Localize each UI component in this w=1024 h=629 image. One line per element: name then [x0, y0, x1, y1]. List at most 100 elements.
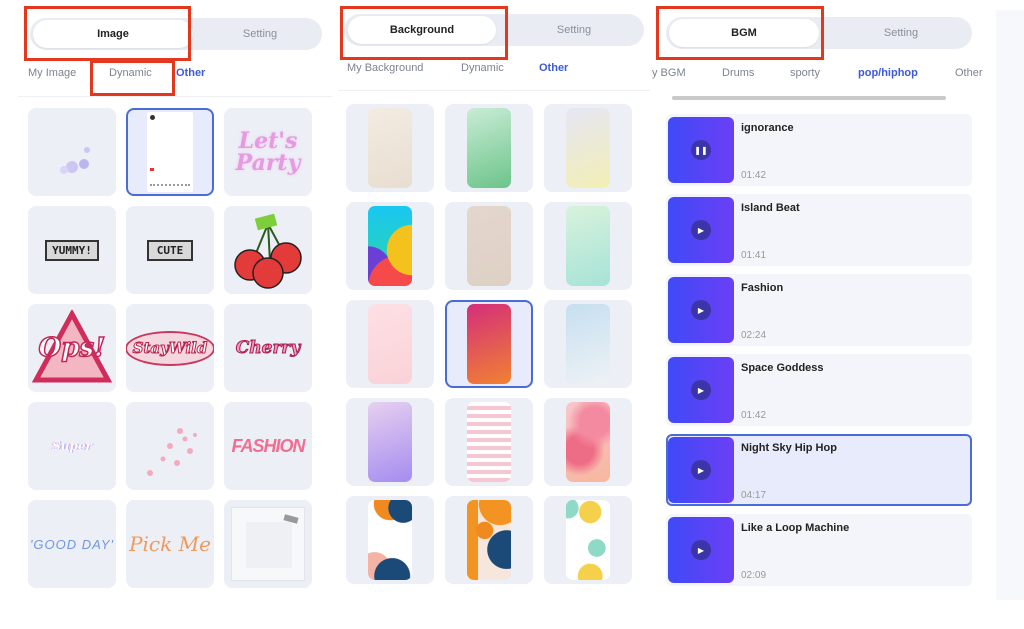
tab-background[interactable]: Background — [348, 16, 496, 44]
play-icon[interactable]: ▶ — [691, 540, 711, 560]
tab-bgm-setting[interactable]: Setting — [836, 19, 966, 47]
background-thumb-memphis-pastel[interactable] — [544, 496, 632, 584]
track-item[interactable]: ▶ Space Goddess 01:42 — [666, 354, 972, 426]
track-title: ignorance — [741, 122, 794, 134]
background-thumb-pink-hearts[interactable] — [544, 398, 632, 486]
sticker-lets-party[interactable]: Let's Party — [224, 108, 312, 196]
subtab-pop-hiphop[interactable]: pop/hiphop — [858, 67, 955, 79]
bgm-panel: BGM Setting y BGM Drums sporty pop/hipho… — [652, 0, 996, 600]
sticker-fashion[interactable]: FASHION — [224, 402, 312, 490]
track-item[interactable]: ▶ Like a Loop Machine 02:09 — [666, 514, 972, 586]
background-thumb-mint-gradient[interactable] — [544, 202, 632, 290]
subtab-other[interactable]: Other — [176, 67, 205, 79]
subtab-my-bgm[interactable]: y BGM — [652, 67, 722, 79]
sticker-grid: Let's Party YUMMY! CUTE Ops! StayWild Ch… — [28, 108, 312, 588]
sticker-social-post-frame[interactable] — [126, 108, 214, 196]
track-title: Space Goddess — [741, 362, 824, 374]
tab-background-setting[interactable]: Setting — [514, 16, 634, 44]
tab-image[interactable]: Image — [33, 20, 193, 48]
background-thumb-pink-gingham[interactable] — [445, 398, 533, 486]
track-cover: ▶ — [668, 197, 734, 263]
subtabs-scrollbar[interactable] — [672, 96, 946, 100]
track-duration: 01:41 — [741, 250, 767, 261]
track-duration: 02:09 — [741, 570, 767, 581]
background-preview — [566, 108, 610, 188]
sticker-cute[interactable]: CUTE — [126, 206, 214, 294]
tab-image-setting[interactable]: Setting — [200, 20, 320, 48]
subtab-other[interactable]: Other — [539, 62, 568, 74]
background-thumb-magenta-orange[interactable] — [445, 300, 533, 388]
track-item[interactable]: ❚❚ ignorance 01:42 — [666, 114, 972, 186]
background-thumb-abstract-orange-cream[interactable] — [445, 496, 533, 584]
subtab-sporty[interactable]: sporty — [790, 67, 858, 79]
right-edge-panel — [996, 10, 1024, 600]
sticker-super[interactable]: Super — [28, 402, 116, 490]
background-thumb-beige-speckle[interactable] — [445, 202, 533, 290]
track-cover: ▶ — [668, 277, 734, 343]
image-panel: Image Setting My Image Dynamic Other Let… — [18, 0, 332, 600]
bgm-subtabs: y BGM Drums sporty pop/hiphop Other — [652, 67, 983, 79]
background-preview — [368, 402, 412, 482]
subtab-other[interactable]: Other — [955, 67, 983, 79]
film-frame-icon — [231, 507, 305, 581]
background-thumb-abstract-navy-orange[interactable] — [346, 496, 434, 584]
pause-icon[interactable]: ❚❚ — [691, 140, 711, 160]
track-item[interactable]: ▶ Island Beat 01:41 — [666, 194, 972, 266]
sticker-cherry-logo[interactable]: Cherry — [224, 304, 312, 392]
sticker-pink-butterflies[interactable] — [126, 402, 214, 490]
background-preview — [566, 304, 610, 384]
background-mode-toggle: Background Setting — [344, 14, 644, 46]
subtab-my-background[interactable]: My Background — [347, 62, 461, 74]
track-title: Island Beat — [741, 202, 800, 214]
divider — [338, 90, 650, 91]
sticker-good-day[interactable]: 'GOOD DAY' — [28, 500, 116, 588]
track-item[interactable]: ▶ Night Sky Hip Hop 04:17 — [666, 434, 972, 506]
image-mode-toggle: Image Setting — [30, 18, 322, 50]
sticker-ops[interactable]: Ops! — [28, 304, 116, 392]
track-duration: 01:42 — [741, 410, 767, 421]
background-thumb-cream-waves[interactable] — [346, 104, 434, 192]
sticker-sparkle-bubbles[interactable] — [28, 108, 116, 196]
track-duration: 01:42 — [741, 170, 767, 181]
background-preview — [467, 108, 511, 188]
background-preview — [368, 500, 412, 580]
social-post-frame-icon — [147, 112, 193, 192]
sticker-stay-wild[interactable]: StayWild — [126, 304, 214, 392]
track-cover: ❚❚ — [668, 117, 734, 183]
sticker-pixel-cherries[interactable] — [224, 206, 312, 294]
play-icon[interactable]: ▶ — [691, 220, 711, 240]
track-cover: ▶ — [668, 357, 734, 423]
track-title: Like a Loop Machine — [741, 522, 850, 534]
background-thumb-ice-blue-paper[interactable] — [544, 300, 632, 388]
track-list: ❚❚ ignorance 01:42 ▶ Island Beat 01:41 ▶ Fashio… — [666, 114, 972, 594]
track-title: Night Sky Hip Hop — [741, 442, 837, 454]
background-thumb-rainbow-material[interactable] — [346, 202, 434, 290]
track-duration: 02:24 — [741, 330, 767, 341]
tab-bgm[interactable]: BGM — [669, 19, 819, 47]
background-preview — [368, 108, 412, 188]
background-preview — [566, 402, 610, 482]
background-preview — [368, 206, 412, 286]
play-icon[interactable]: ▶ — [691, 380, 711, 400]
sticker-pick-me[interactable]: Pick Me — [126, 500, 214, 588]
background-thumb-green-glass[interactable] — [445, 104, 533, 192]
background-thumb-lavender-yellow[interactable] — [544, 104, 632, 192]
butterflies-icon — [147, 428, 197, 476]
track-item[interactable]: ▶ Fashion 02:24 — [666, 274, 972, 346]
divider — [18, 96, 332, 97]
image-subtabs: My Image Dynamic Other — [28, 67, 205, 79]
play-icon[interactable]: ▶ — [691, 300, 711, 320]
sticker-film-frame[interactable] — [224, 500, 312, 588]
background-thumb-pale-pink[interactable] — [346, 300, 434, 388]
subtab-drums[interactable]: Drums — [722, 67, 790, 79]
play-icon[interactable]: ▶ — [691, 460, 711, 480]
background-preview — [566, 500, 610, 580]
subtab-my-image[interactable]: My Image — [28, 67, 92, 79]
subtab-dynamic[interactable]: Dynamic — [92, 67, 176, 79]
sticker-yummy[interactable]: YUMMY! — [28, 206, 116, 294]
background-preview — [467, 402, 511, 482]
background-thumb-purple-dream[interactable] — [346, 398, 434, 486]
background-preview — [467, 500, 511, 580]
subtab-dynamic[interactable]: Dynamic — [461, 62, 539, 74]
track-duration: 04:17 — [741, 490, 767, 501]
